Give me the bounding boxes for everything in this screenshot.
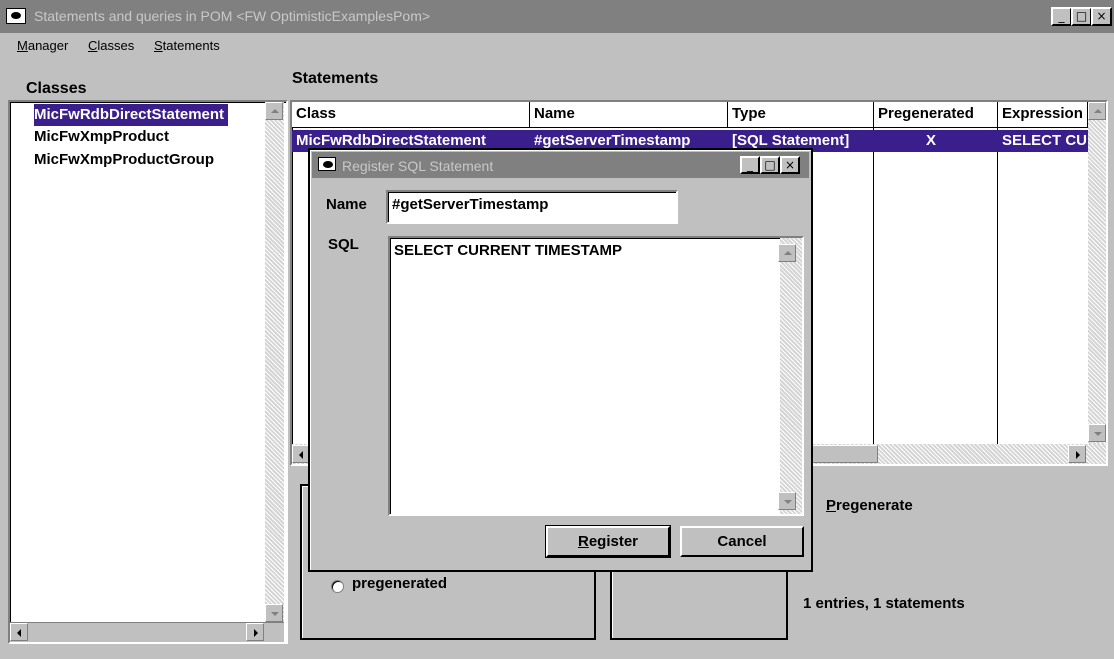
register-mnemonic: R (577, 533, 589, 550)
pregenerated-radio[interactable] (331, 580, 344, 593)
statements-scroll-right-arrow-icon[interactable] (1068, 445, 1086, 463)
menu-statements[interactable]: Statements (154, 38, 220, 53)
sql-scroll-up-arrow-icon[interactable] (778, 244, 796, 262)
sql-label: SQL (328, 236, 359, 253)
classes-hscrollbar[interactable] (10, 622, 284, 642)
statements-scroll-down-arrow-icon[interactable] (1088, 424, 1106, 442)
class-item-micfwrdbdirectstatement[interactable]: MicFwRdbDirectStatement (34, 104, 229, 126)
menu-bar: Manager Classes Statements (0, 33, 1114, 59)
menu-statements-label: tatements (162, 38, 220, 53)
sql-text: SELECT CURRENT TIMESTAMP (394, 242, 623, 259)
class-item-micfwxmpproduct[interactable]: MicFwXmpProduct (34, 126, 169, 148)
main-window-title: Statements and queries in POM <FW Optimi… (34, 8, 431, 24)
classes-scroll-right-arrow-icon[interactable] (246, 623, 264, 641)
main-title-bar[interactable]: Statements and queries in POM <FW Optimi… (0, 0, 1114, 33)
cell-expression: SELECT CU (1002, 132, 1088, 149)
column-divider (873, 102, 874, 444)
dialog-maximize-button[interactable]: □ (760, 156, 780, 174)
statements-scroll-up-arrow-icon[interactable] (1088, 102, 1106, 120)
status-text: 1 entries, 1 statements (803, 595, 965, 612)
app-eye-icon[interactable] (6, 8, 26, 24)
column-header-pregenerated[interactable]: Pregenerated (874, 102, 998, 128)
dialog-title-bar[interactable]: Register SQL Statement _ □ × (312, 152, 809, 178)
dialog-minimize-button[interactable]: _ (740, 156, 760, 174)
menu-statements-mnemonic: S (154, 38, 163, 53)
dialog-close-button[interactable]: × (780, 156, 800, 174)
menu-manager[interactable]: Manager (17, 38, 68, 53)
sql-scroll-down-arrow-icon[interactable] (778, 492, 796, 510)
register-label-rest: egister (588, 533, 639, 550)
pregenerate-label-rest: regenerate (836, 497, 913, 514)
menu-manager-mnemonic: M (17, 38, 28, 53)
cell-pregenerated: X (926, 132, 937, 149)
classes-scroll-left-arrow-icon[interactable] (10, 623, 28, 641)
name-label: Name (326, 196, 367, 213)
close-button[interactable]: × (1091, 7, 1112, 26)
pregenerate-mnemonic: P (826, 497, 837, 514)
statements-label: Statements (292, 70, 379, 87)
column-header-name[interactable]: Name (530, 102, 728, 128)
menu-manager-label: anager (27, 38, 69, 53)
column-header-type[interactable]: Type (728, 102, 874, 128)
sql-vscrollbar[interactable] (780, 238, 802, 514)
register-sql-dialog[interactable]: Register SQL Statement _ □ × Name #getSe… (308, 148, 813, 572)
classes-scroll-down-arrow-icon[interactable] (265, 604, 283, 622)
column-header-class[interactable]: Class (292, 102, 530, 128)
register-button[interactable]: Register (545, 525, 671, 558)
menu-classes-label: lasses (97, 38, 135, 53)
menu-classes-mnemonic: C (88, 38, 98, 53)
dialog-eye-icon (318, 157, 336, 171)
classes-label: Classes (26, 80, 87, 97)
statements-vscrollbar[interactable] (1088, 102, 1106, 444)
menu-classes[interactable]: Classes (88, 38, 134, 53)
pregenerated-radio-label: pregenerated (352, 575, 448, 592)
classes-vscrollbar[interactable] (265, 102, 284, 622)
pregenerate-checkbox-label[interactable]: Pregenerate (826, 497, 913, 514)
class-item-micfwxmpproductgroup[interactable]: MicFwXmpProductGroup (34, 149, 214, 171)
maximize-button[interactable]: □ (1071, 7, 1092, 26)
dialog-title: Register SQL Statement (342, 158, 494, 174)
minimize-button[interactable]: _ (1051, 7, 1072, 26)
classes-scroll-up-arrow-icon[interactable] (265, 102, 283, 120)
classes-list[interactable]: MicFwRdbDirectStatement MicFwXmpProduct … (8, 100, 288, 644)
cancel-button[interactable]: Cancel (680, 526, 804, 557)
sql-textarea[interactable]: SELECT CURRENT TIMESTAMP (388, 236, 804, 516)
name-input[interactable]: #getServerTimestamp (386, 190, 678, 224)
column-divider (997, 102, 998, 444)
column-header-expression[interactable]: Expression (998, 102, 1088, 128)
